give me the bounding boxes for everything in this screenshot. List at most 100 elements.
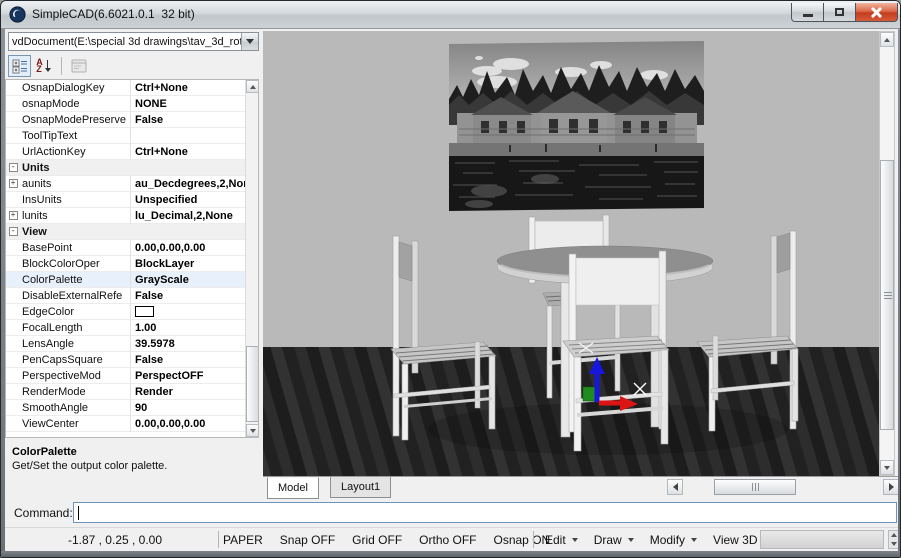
property-value[interactable]: 0.00,0.00,0.00 [130,416,258,432]
expander-cell [6,368,20,384]
viewport-canvas[interactable] [263,31,879,476]
property-name: BlockColorOper [20,258,130,270]
property-row[interactable]: BasePoint0.00,0.00,0.00 [6,240,258,256]
category-row[interactable]: -View [6,224,258,240]
menu-modify[interactable]: Modify [650,533,697,547]
viewport-vertical-scrollbar[interactable] [879,31,895,476]
property-value[interactable]: Ctrl+None [130,80,258,96]
tab-model[interactable]: Model [267,477,319,499]
property-row[interactable]: FocalLength1.00 [6,320,258,336]
property-value[interactable] [130,304,258,320]
category-row[interactable]: -Units [6,160,258,176]
property-value[interactable]: 1.00 [130,320,258,336]
property-row[interactable]: ToolTipText [6,128,258,144]
property-row[interactable]: RenderModeRender [6,384,258,400]
maximize-button[interactable] [823,3,856,22]
triangle-down-icon [891,542,897,546]
hscroll-thumb[interactable] [714,479,796,495]
status-separator [218,531,219,548]
property-value[interactable]: BlockLayer [130,256,258,272]
wall-picture [449,41,704,211]
categorized-view-button[interactable] [8,55,31,77]
property-value[interactable]: False [130,288,258,304]
property-row[interactable]: InsUnitsUnspecified [6,192,258,208]
property-value[interactable]: Render [130,384,258,400]
property-value[interactable]: False [130,352,258,368]
property-name: PerspectiveMod [20,370,130,382]
property-pages-button[interactable] [67,55,90,77]
expander-cell[interactable]: + [6,176,20,192]
scroll-down-button[interactable] [246,424,259,437]
alphabetical-sort-button[interactable]: AZ [32,55,55,77]
property-row[interactable]: ColorPaletteGrayScale [6,272,258,288]
command-input[interactable] [73,502,897,523]
toolbar-separator [61,57,62,75]
tab-layout1[interactable]: Layout1 [330,477,391,498]
property-row[interactable]: DisableExternalRefeFalse [6,288,258,304]
collapse-icon[interactable]: - [9,227,18,236]
document-combobox[interactable]: vdDocument(E:\special 3d drawings\tav_3d… [8,32,259,51]
property-value[interactable]: Unspecified [130,192,258,208]
property-row[interactable]: SmoothAngle90 [6,400,258,416]
chevron-down-icon [572,538,578,542]
expander-cell[interactable]: - [6,160,20,176]
menu-edit[interactable]: Edit [545,533,578,547]
property-row[interactable]: +lunitslu_Decimal,2,None [6,208,258,224]
property-row[interactable]: BlockColorOperBlockLayer [6,256,258,272]
property-value[interactable]: GrayScale [130,272,258,288]
property-name: aunits [20,178,130,190]
property-row[interactable]: PenCapsSquareFalse [6,352,258,368]
collapse-icon[interactable]: - [9,163,18,172]
status-toggle-paper[interactable]: PAPER [223,533,263,547]
property-value[interactable]: 0.00,0.00,0.00 [130,240,258,256]
property-row[interactable]: osnapModeNONE [6,96,258,112]
property-row[interactable]: LensAngle39.5978 [6,336,258,352]
close-button[interactable] [855,3,898,22]
property-value[interactable]: PerspectOFF [130,368,258,384]
menu-draw[interactable]: Draw [594,533,634,547]
status-toggle-grid-off[interactable]: Grid OFF [352,533,402,547]
property-name: UrlActionKey [20,146,130,158]
expander-cell[interactable]: + [6,208,20,224]
status-toggle-osnap-on[interactable]: Osnap ON [494,533,551,547]
triangle-up-icon [884,38,890,42]
property-row[interactable]: EdgeColor [6,304,258,320]
property-value[interactable]: Ctrl+None [130,144,258,160]
expand-icon[interactable]: + [9,211,18,220]
property-row[interactable]: OsnapModePreserveFalse [6,112,258,128]
property-grid-scrollbar[interactable] [245,80,258,437]
property-row[interactable]: OsnapDialogKeyCtrl+None [6,80,258,96]
property-row[interactable]: ViewCenter0.00,0.00,0.00 [6,416,258,432]
expander-cell[interactable]: - [6,224,20,240]
property-value[interactable]: 90 [130,400,258,416]
scroll-up-button[interactable] [246,80,259,93]
combo-dropdown-button[interactable] [241,33,258,50]
hscroll-right-button[interactable] [883,479,899,495]
minimize-button[interactable] [791,3,824,22]
color-swatch[interactable] [135,306,154,317]
status-toggle-snap-off[interactable]: Snap OFF [280,533,335,547]
property-value[interactable]: NONE [130,96,258,112]
property-row[interactable]: UrlActionKeyCtrl+None [6,144,258,160]
scroll-thumb[interactable] [246,346,259,422]
window-border-bottom [1,551,901,558]
description-text: Get/Set the output color palette. [12,460,252,472]
hscroll-left-button[interactable] [667,479,683,495]
property-value[interactable]: False [130,112,258,128]
property-name: Units [20,162,258,174]
scroll-up-button[interactable] [880,32,894,47]
status-toggle-ortho-off[interactable]: Ortho OFF [419,533,476,547]
property-value[interactable]: lu_Decimal,2,None [130,208,258,224]
property-value[interactable]: au_Decdegrees,2,None [130,176,258,192]
property-toolbar: AZ [8,54,91,78]
property-value[interactable]: 39.5978 [130,336,258,352]
expander-cell [6,320,20,336]
ucs-origin-marker [583,387,595,401]
property-value[interactable] [130,128,258,144]
property-row[interactable]: +aunitsau_Decdegrees,2,None [6,176,258,192]
property-name: DisableExternalRefe [20,290,130,302]
property-row[interactable]: PerspectiveModPerspectOFF [6,368,258,384]
scroll-down-button[interactable] [880,460,894,475]
scroll-thumb[interactable] [880,160,894,430]
expand-icon[interactable]: + [9,179,18,188]
